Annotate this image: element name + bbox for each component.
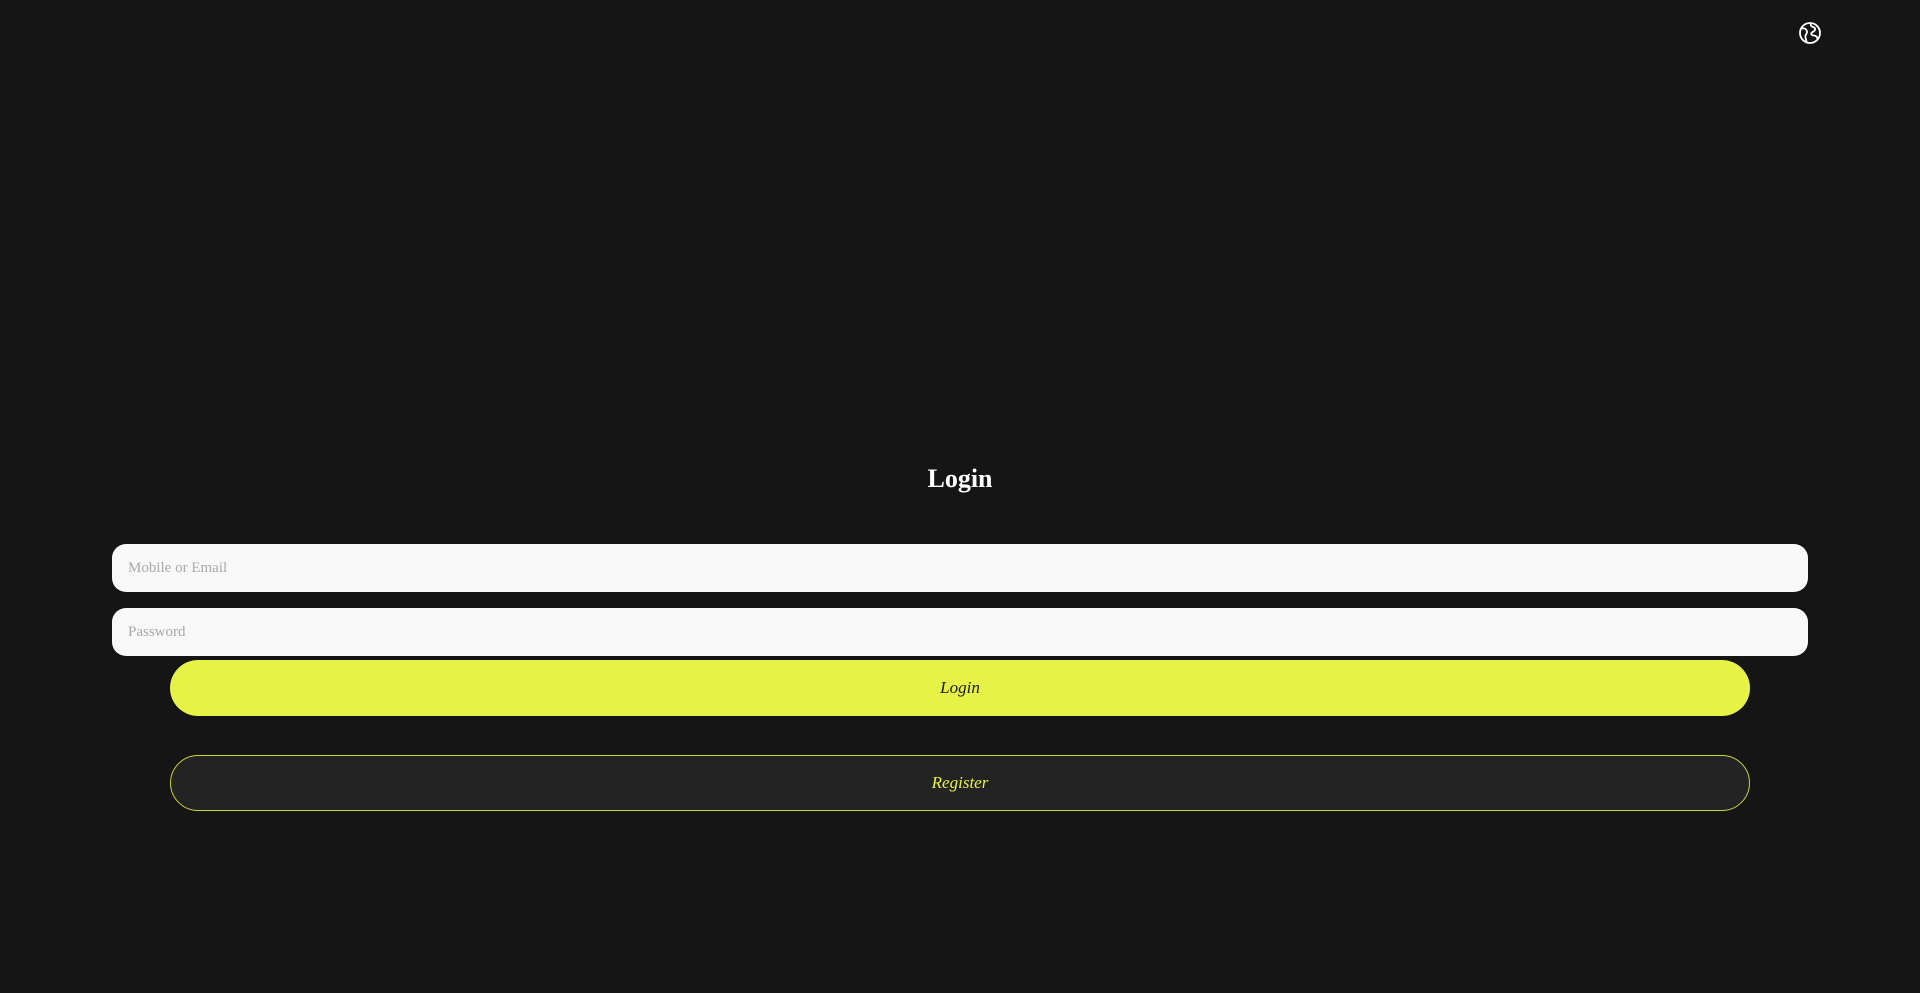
password-field[interactable] xyxy=(112,608,1808,656)
email-field[interactable] xyxy=(112,544,1808,592)
login-button-label: Login xyxy=(940,678,980,697)
login-button[interactable]: Login xyxy=(170,660,1750,716)
globe-language-icon xyxy=(1799,22,1821,44)
login-title: Login xyxy=(927,464,993,493)
language-button[interactable] xyxy=(1797,20,1823,46)
register-button[interactable]: Register xyxy=(170,755,1750,811)
register-button-label: Register xyxy=(931,773,989,792)
login-page: Login Login Register xyxy=(0,0,1920,993)
